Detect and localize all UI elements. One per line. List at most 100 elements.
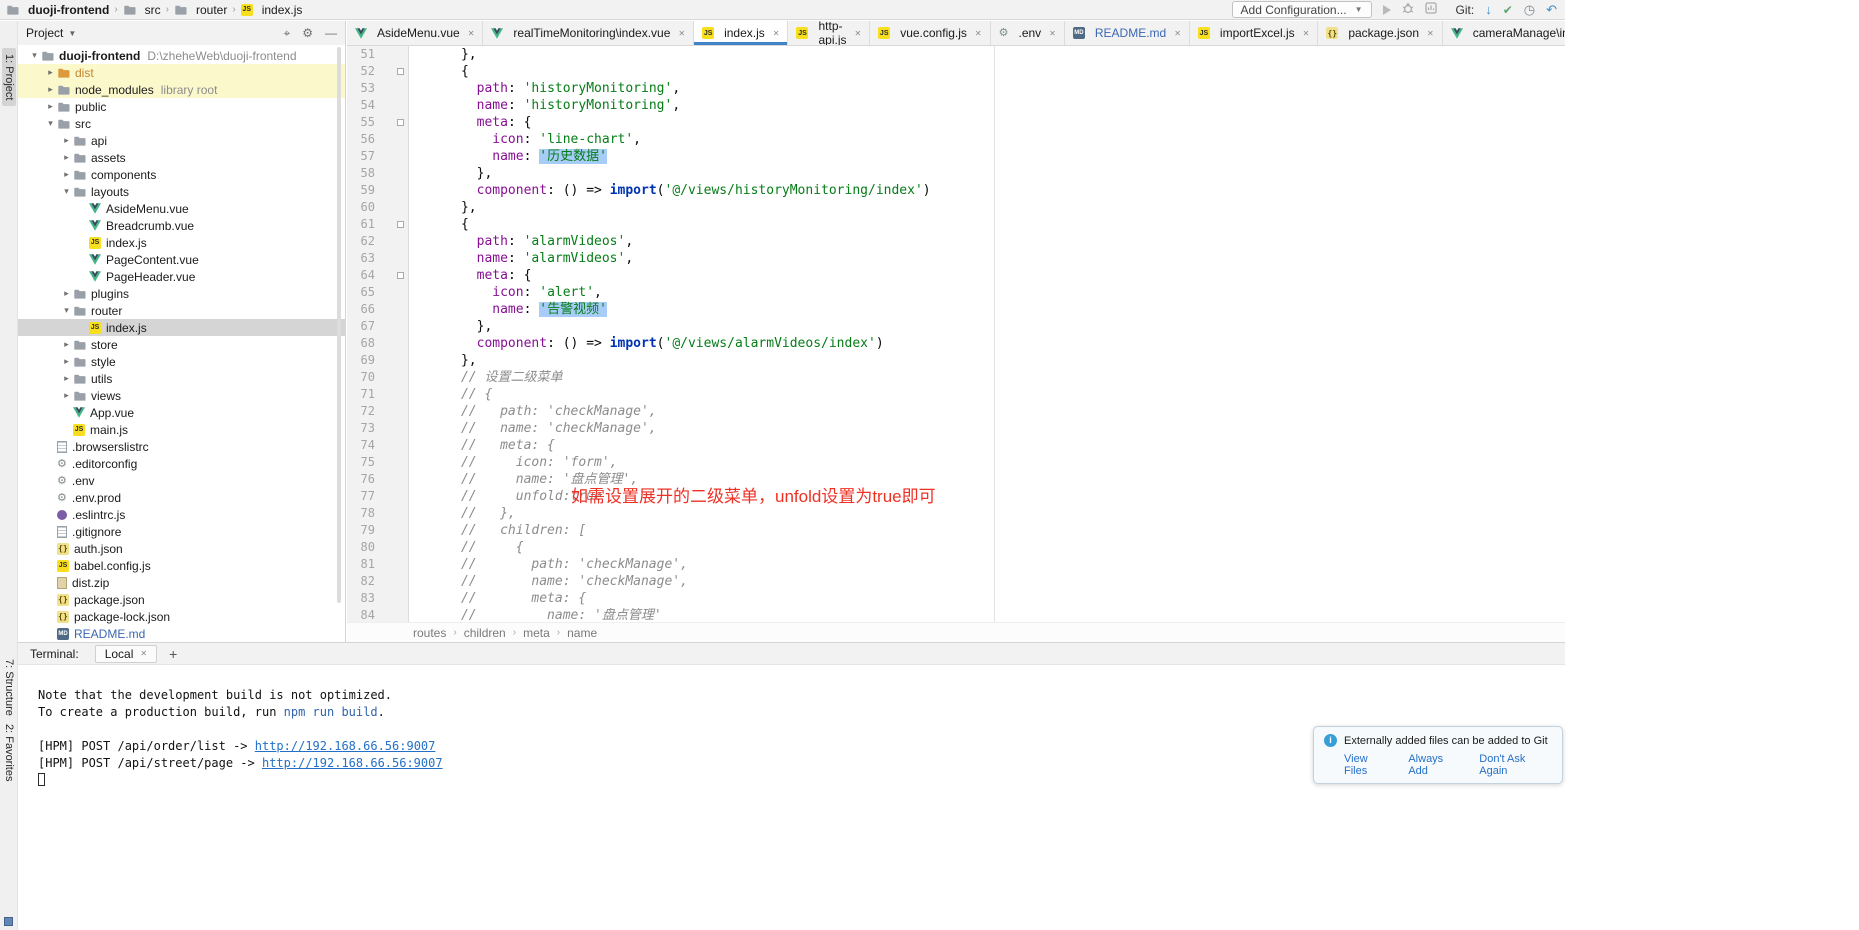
chevron-collapsed-icon[interactable]: ▸ [44,101,57,112]
code-line[interactable]: 72 // path: 'checkManage', [347,403,1565,420]
code-line[interactable]: 63 name: 'alarmVideos', [347,250,1565,267]
run-icon[interactable] [1383,5,1391,15]
breadcrumb-item[interactable]: duoji-frontend [6,3,109,17]
editor-breadcrumb-item[interactable]: name [567,626,597,640]
toolwindow-project-button[interactable]: 1: Project [2,48,16,106]
tree-item[interactable]: ▾src [18,115,345,132]
editor-tab[interactable]: cameraManage\index.vue✕ [1443,21,1565,45]
tree-item[interactable]: ▸public [18,98,345,115]
code-line[interactable]: 71 // { [347,386,1565,403]
close-tab-icon[interactable]: ✕ [773,29,780,38]
notification-action-link[interactable]: View Files [1344,753,1391,777]
code-line[interactable]: 66 name: '告警视频' [347,301,1565,318]
terminal-link[interactable]: http://192.168.66.56:9007 [262,756,443,770]
code-line[interactable]: 78 // }, [347,505,1565,522]
notification-action-link[interactable]: Don't Ask Again [1479,753,1552,777]
tree-item[interactable]: .gitignore [18,523,345,540]
rollback-icon[interactable]: ↶ [1546,2,1557,18]
history-icon[interactable]: ◷ [1524,2,1535,18]
tree-item[interactable]: JSmain.js [18,421,345,438]
tree-item[interactable]: ⚙.env [18,472,345,489]
code-line[interactable]: 54 name: 'historyMonitoring', [347,97,1565,114]
tree-item[interactable]: ▸components [18,166,345,183]
locate-file-icon[interactable]: ⌖ [283,26,290,41]
tree-item[interactable]: {}package-lock.json [18,608,345,625]
tree-item[interactable]: MDREADME.md [18,625,345,642]
chevron-collapsed-icon[interactable]: ▸ [60,288,73,299]
code-line[interactable]: 60 }, [347,199,1565,216]
terminal-tab-local[interactable]: Local ✕ [95,645,157,663]
code-line[interactable]: 58 }, [347,165,1565,182]
chevron-expanded-icon[interactable]: ▾ [28,50,41,61]
tree-item[interactable]: ▾layouts [18,183,345,200]
tree-item[interactable]: PageContent.vue [18,251,345,268]
close-tab-icon[interactable]: ✕ [1427,29,1434,38]
code-line[interactable]: 67 }, [347,318,1565,335]
close-tab-icon[interactable]: ✕ [678,29,685,38]
code-line[interactable]: 55 meta: { [347,114,1565,131]
tree-item[interactable]: ⚙.editorconfig [18,455,345,472]
tree-item[interactable]: JSbabel.config.js [18,557,345,574]
code-line[interactable]: 81 // path: 'checkManage', [347,556,1565,573]
editor-tab[interactable]: realTimeMonitoring\index.vue✕ [483,21,694,45]
editor-tab[interactable]: JSindex.js✕ [694,21,788,45]
tree-item[interactable]: ▸plugins [18,285,345,302]
editor-tab[interactable]: MDREADME.md✕ [1065,21,1190,45]
project-panel-title[interactable]: Project [26,26,63,40]
close-tab-icon[interactable]: ✕ [468,29,475,38]
code-line[interactable]: 65 icon: 'alert', [347,284,1565,301]
new-terminal-icon[interactable]: + [169,647,177,661]
profiler-icon[interactable] [1425,2,1437,17]
tree-item[interactable]: ▸store [18,336,345,353]
code-line[interactable]: 82 // name: 'checkManage', [347,573,1565,590]
chevron-collapsed-icon[interactable]: ▸ [44,84,57,95]
close-tab-icon[interactable]: ✕ [1174,29,1181,38]
terminal-title[interactable]: Terminal: [30,647,79,661]
tree-item[interactable]: ▸dist [18,64,345,81]
editor-breadcrumb-item[interactable]: meta [523,626,550,640]
close-tab-icon[interactable]: ✕ [1049,29,1056,38]
editor-tab[interactable]: JSvue.config.js✕ [870,21,990,45]
tree-item[interactable]: ▸node_moduleslibrary root [18,81,345,98]
tree-item[interactable]: AsideMenu.vue [18,200,345,217]
fold-marker-icon[interactable] [397,68,404,75]
hide-panel-icon[interactable]: — [325,26,337,41]
tree-item[interactable]: App.vue [18,404,345,421]
tree-item[interactable]: .browserslistrc [18,438,345,455]
tree-item[interactable]: ▸api [18,132,345,149]
editor-tab[interactable]: JShttp-api.js✕ [788,21,870,45]
code-line[interactable]: 70 // 设置二级菜单 [347,369,1565,386]
code-line[interactable]: 51 }, [347,46,1565,63]
code-line[interactable]: 84 // name: '盘点管理' [347,607,1565,622]
code-line[interactable]: 79 // children: [ [347,522,1565,539]
breadcrumb-item[interactable]: JSindex.js [241,3,303,17]
tree-item[interactable]: ▸views [18,387,345,404]
code-editor[interactable]: 51 },52 {53 path: 'historyMonitoring',54… [347,46,1565,622]
close-tab-icon[interactable]: ✕ [1303,29,1310,38]
tree-item[interactable]: JSindex.js [18,234,345,251]
tree-item[interactable]: ▾router [18,302,345,319]
terminal-output[interactable]: Note that the development build is not o… [18,665,1565,930]
editor-tab[interactable]: JSimportExcel.js✕ [1190,21,1318,45]
chevron-collapsed-icon[interactable]: ▸ [60,169,73,180]
code-line[interactable]: 74 // meta: { [347,437,1565,454]
chevron-collapsed-icon[interactable]: ▸ [60,390,73,401]
tree-scrollbar[interactable] [337,47,341,603]
editor-tab[interactable]: AsideMenu.vue✕ [347,21,483,45]
tree-item[interactable]: ▸utils [18,370,345,387]
code-line[interactable]: 76 // name: '盘点管理', [347,471,1565,488]
fold-marker-icon[interactable] [397,221,404,228]
toolwindow-toggle-icon[interactable] [4,917,13,926]
add-configuration-button[interactable]: Add Configuration... ▼ [1232,1,1372,18]
fold-marker-icon[interactable] [397,272,404,279]
chevron-collapsed-icon[interactable]: ▸ [60,152,73,163]
chevron-expanded-icon[interactable]: ▾ [60,186,73,197]
tree-item[interactable]: ▸style [18,353,345,370]
code-line[interactable]: 56 icon: 'line-chart', [347,131,1565,148]
tree-item[interactable]: {}auth.json [18,540,345,557]
code-line[interactable]: 77 // unfold:true [347,488,1565,505]
code-line[interactable]: 61 { [347,216,1565,233]
chevron-down-icon[interactable]: ▼ [68,29,76,38]
gear-icon[interactable]: ⚙ [302,26,313,41]
notification-action-link[interactable]: Always Add [1408,753,1462,777]
